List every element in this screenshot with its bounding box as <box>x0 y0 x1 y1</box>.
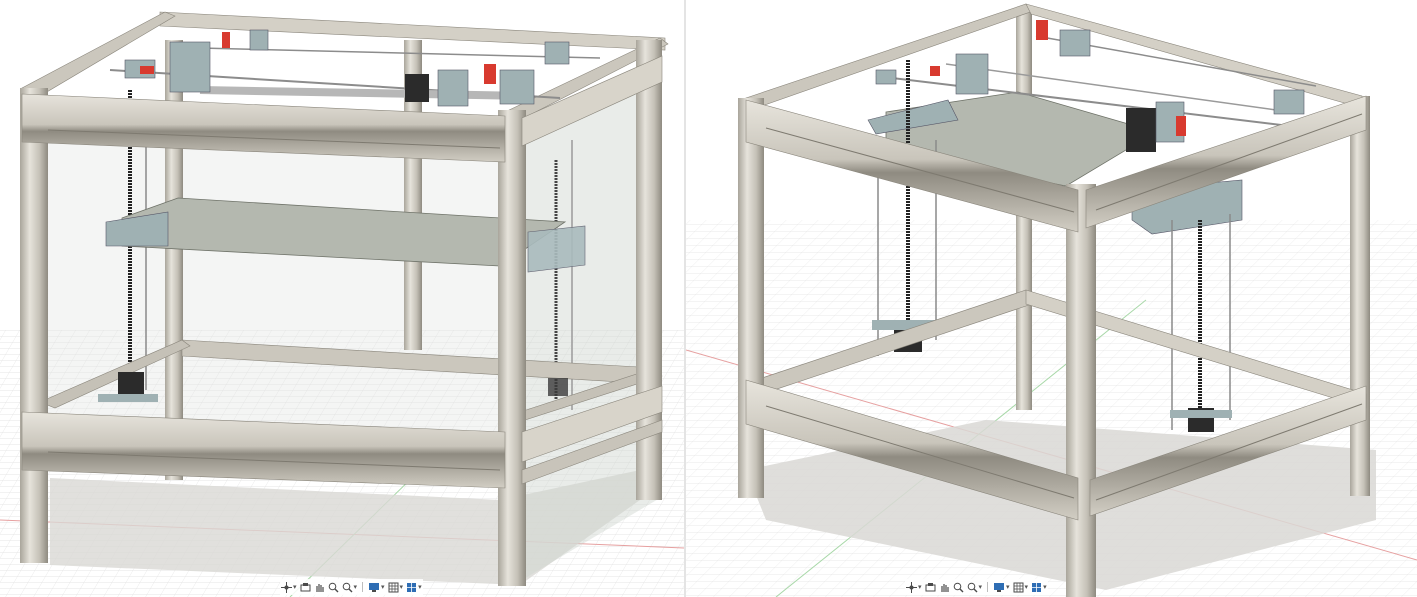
y-rod <box>199 86 531 100</box>
bed-bracket-right <box>527 225 586 273</box>
look-at-icon[interactable] <box>299 579 312 595</box>
front-left-post <box>20 88 48 563</box>
orbit-icon[interactable]: ▾ <box>905 579 923 595</box>
orbit-icon[interactable]: ▾ <box>280 579 298 595</box>
look-at-icon[interactable] <box>924 579 937 595</box>
printer-model-iso-view[interactable] <box>686 0 1417 597</box>
z-motor-right <box>548 378 568 396</box>
printer-model-front-view[interactable] <box>0 0 684 597</box>
navigation-bar-left: ▾ ▾ ▾ ▾ ▾ <box>280 579 423 595</box>
back-right-post <box>1350 96 1370 496</box>
viewports-icon[interactable]: ▾ <box>1030 579 1048 595</box>
fit-icon[interactable]: ▾ <box>341 579 359 595</box>
zoom-icon[interactable] <box>952 579 965 595</box>
display-settings-icon[interactable]: ▾ <box>367 579 386 595</box>
fit-icon[interactable]: ▾ <box>966 579 984 595</box>
display-settings-icon[interactable]: ▾ <box>992 579 1011 595</box>
back-top-beam-left <box>739 3 1037 109</box>
navigation-bar-right: ▾ ▾ ▾ ▾ ▾ <box>905 579 1048 595</box>
grid-settings-icon[interactable]: ▾ <box>387 579 405 595</box>
navbar-divider <box>362 582 364 592</box>
front-right-post <box>498 110 526 586</box>
pan-icon[interactable] <box>938 579 951 595</box>
z-motor-left <box>118 372 144 396</box>
pan-icon[interactable] <box>313 579 326 595</box>
viewports-icon[interactable]: ▾ <box>405 579 423 595</box>
navbar-divider <box>987 582 989 592</box>
viewport-right[interactable]: ▾ ▾ ▾ ▾ ▾ <box>686 0 1417 597</box>
viewport-left[interactable]: ▾ ▾ ▾ ▾ ▾ <box>0 0 684 597</box>
left-top-beam <box>21 11 176 97</box>
front-left-post <box>738 98 764 498</box>
front-center-post <box>1066 184 1096 597</box>
grid-settings-icon[interactable]: ▾ <box>1012 579 1030 595</box>
zoom-icon[interactable] <box>327 579 340 595</box>
z-motor-left-mount <box>98 394 158 402</box>
z-motor-right-mount <box>1170 410 1232 418</box>
